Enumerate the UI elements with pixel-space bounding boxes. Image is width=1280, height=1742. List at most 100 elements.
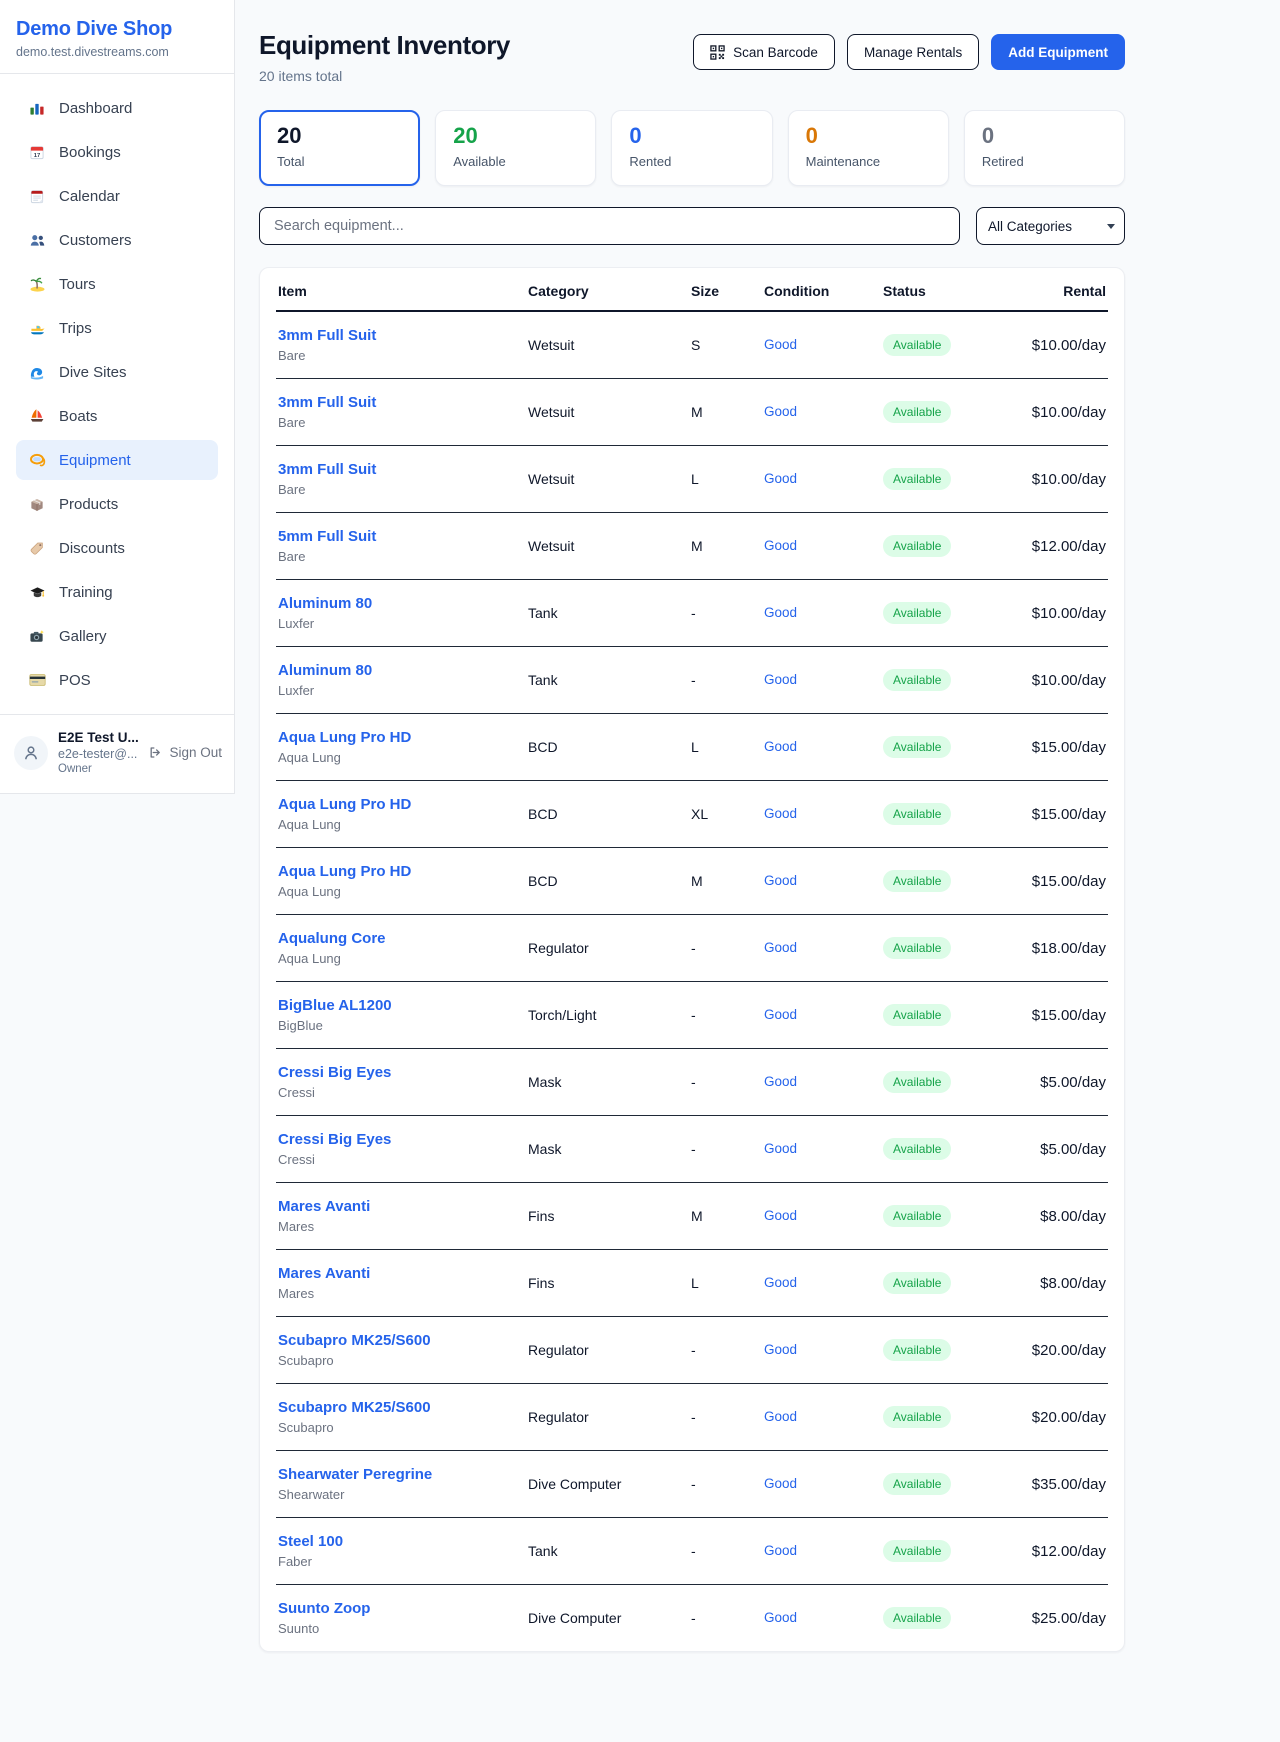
item-name-link[interactable]: Aluminum 80: [278, 595, 518, 612]
stat-card-rented[interactable]: 0 Rented: [611, 110, 772, 186]
item-condition-link[interactable]: Good: [764, 1074, 797, 1089]
status-badge: Available: [883, 1473, 951, 1495]
item-category: Wetsuit: [526, 311, 689, 379]
item-brand: Cressi: [278, 1152, 518, 1167]
item-condition-link[interactable]: Good: [764, 1342, 797, 1357]
sidebar-item-dashboard[interactable]: Dashboard: [16, 88, 218, 128]
item-name-link[interactable]: 3mm Full Suit: [278, 327, 518, 344]
people-icon: [28, 232, 46, 248]
item-condition-link[interactable]: Good: [764, 1208, 797, 1223]
column-header-size: Size: [689, 268, 762, 311]
sign-out-icon: [148, 745, 163, 760]
brand-logo[interactable]: Demo Dive Shop: [0, 14, 234, 43]
stat-label: Total: [277, 154, 402, 169]
sidebar-item-dive-sites[interactable]: Dive Sites: [16, 352, 218, 392]
item-name-link[interactable]: Steel 100: [278, 1533, 518, 1550]
item-condition-link[interactable]: Good: [764, 1543, 797, 1558]
item-category: Mask: [526, 1049, 689, 1116]
item-name-link[interactable]: Aluminum 80: [278, 662, 518, 679]
item-size: XL: [689, 781, 762, 848]
item-name-link[interactable]: BigBlue AL1200: [278, 997, 518, 1014]
item-name-link[interactable]: Shearwater Peregrine: [278, 1466, 518, 1483]
dive-mask-icon: [28, 452, 46, 468]
item-condition-link[interactable]: Good: [764, 1275, 797, 1290]
item-name-link[interactable]: Aqualung Core: [278, 930, 518, 947]
item-condition-link[interactable]: Good: [764, 605, 797, 620]
sidebar-item-tours[interactable]: Tours: [16, 264, 218, 304]
item-category: Tank: [526, 647, 689, 714]
search-input[interactable]: [259, 207, 960, 245]
item-condition-link[interactable]: Good: [764, 873, 797, 888]
stat-label: Rented: [629, 154, 754, 169]
item-brand: Luxfer: [278, 616, 518, 631]
stat-card-total[interactable]: 20 Total: [259, 110, 420, 186]
add-equipment-button[interactable]: Add Equipment: [991, 34, 1125, 70]
item-size: L: [689, 714, 762, 781]
sidebar-item-gallery[interactable]: Gallery: [16, 616, 218, 656]
sidebar-item-equipment[interactable]: Equipment: [16, 440, 218, 480]
item-condition-link[interactable]: Good: [764, 806, 797, 821]
item-name-link[interactable]: 3mm Full Suit: [278, 394, 518, 411]
calendar-icon: [28, 188, 46, 204]
item-rental-rate: $12.00/day: [1027, 513, 1108, 580]
manage-rentals-button[interactable]: Manage Rentals: [847, 34, 979, 70]
table-row: 3mm Full Suit Bare Wetsuit M Good Availa…: [276, 379, 1108, 446]
equipment-table: Item Category Size Condition Status Rent…: [276, 268, 1108, 1651]
item-condition-link[interactable]: Good: [764, 337, 797, 352]
sidebar-item-products[interactable]: Products: [16, 484, 218, 524]
item-name-link[interactable]: Cressi Big Eyes: [278, 1131, 518, 1148]
stat-card-retired[interactable]: 0 Retired: [964, 110, 1125, 186]
item-condition-link[interactable]: Good: [764, 940, 797, 955]
item-name-link[interactable]: 3mm Full Suit: [278, 461, 518, 478]
scan-barcode-label: Scan Barcode: [733, 45, 818, 60]
wave-icon: [28, 364, 46, 380]
sidebar-item-label: Discounts: [59, 540, 125, 557]
item-rental-rate: $15.00/day: [1027, 781, 1108, 848]
item-brand: Cressi: [278, 1085, 518, 1100]
sidebar-item-boats[interactable]: Boats: [16, 396, 218, 436]
item-condition-link[interactable]: Good: [764, 538, 797, 553]
item-category: Tank: [526, 580, 689, 647]
item-name-link[interactable]: Aqua Lung Pro HD: [278, 796, 518, 813]
scan-barcode-button[interactable]: Scan Barcode: [693, 34, 835, 70]
item-name-link[interactable]: Aqua Lung Pro HD: [278, 729, 518, 746]
stat-label: Available: [453, 154, 578, 169]
status-badge: Available: [883, 870, 951, 892]
status-badge: Available: [883, 1004, 951, 1026]
item-condition-link[interactable]: Good: [764, 404, 797, 419]
category-filter-select[interactable]: All Categories: [976, 207, 1125, 245]
sidebar-item-customers[interactable]: Customers: [16, 220, 218, 260]
item-condition-link[interactable]: Good: [764, 1409, 797, 1424]
sidebar-item-calendar[interactable]: Calendar: [16, 176, 218, 216]
item-name-link[interactable]: Mares Avanti: [278, 1198, 518, 1215]
item-rental-rate: $15.00/day: [1027, 982, 1108, 1049]
sidebar-item-trips[interactable]: Trips: [16, 308, 218, 348]
item-rental-rate: $5.00/day: [1027, 1116, 1108, 1183]
item-condition-link[interactable]: Good: [764, 739, 797, 754]
item-name-link[interactable]: Scubapro MK25/S600: [278, 1332, 518, 1349]
stat-card-available[interactable]: 20 Available: [435, 110, 596, 186]
item-name-link[interactable]: Scubapro MK25/S600: [278, 1399, 518, 1416]
item-condition-link[interactable]: Good: [764, 1476, 797, 1491]
sidebar-item-label: Bookings: [59, 144, 121, 161]
sign-out-button[interactable]: Sign Out: [148, 745, 222, 760]
page-header: Equipment Inventory 20 items total: [259, 30, 1125, 84]
item-condition-link[interactable]: Good: [764, 672, 797, 687]
item-condition-link[interactable]: Good: [764, 1610, 797, 1625]
item-size: -: [689, 1317, 762, 1384]
stat-value: 0: [629, 124, 754, 148]
item-condition-link[interactable]: Good: [764, 1141, 797, 1156]
item-name-link[interactable]: 5mm Full Suit: [278, 528, 518, 545]
sidebar-item-training[interactable]: Training: [16, 572, 218, 612]
sidebar-item-discounts[interactable]: Discounts: [16, 528, 218, 568]
stat-card-maintenance[interactable]: 0 Maintenance: [788, 110, 949, 186]
item-name-link[interactable]: Cressi Big Eyes: [278, 1064, 518, 1081]
item-name-link[interactable]: Aqua Lung Pro HD: [278, 863, 518, 880]
item-name-link[interactable]: Suunto Zoop: [278, 1600, 518, 1617]
item-name-link[interactable]: Mares Avanti: [278, 1265, 518, 1282]
item-condition-link[interactable]: Good: [764, 471, 797, 486]
sidebar-item-bookings[interactable]: 17 Bookings: [16, 132, 218, 172]
item-size: -: [689, 1451, 762, 1518]
sidebar-item-pos[interactable]: POS: [16, 660, 218, 700]
item-condition-link[interactable]: Good: [764, 1007, 797, 1022]
